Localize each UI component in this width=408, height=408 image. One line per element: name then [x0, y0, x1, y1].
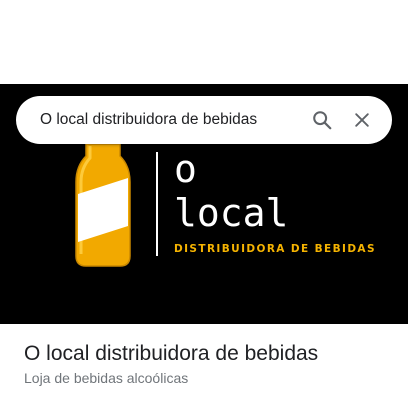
close-icon	[355, 113, 369, 127]
bottle-icon	[75, 143, 131, 267]
top-blank-area	[0, 0, 408, 84]
search-button[interactable]	[302, 100, 342, 140]
logo-word-local: local	[174, 191, 288, 235]
place-info: O local distribuidora de bebidas Loja de…	[24, 340, 392, 388]
search-input[interactable]: O local distribuidora de bebidas	[40, 111, 302, 129]
logo-word-o: o	[174, 147, 197, 191]
search-bar[interactable]: O local distribuidora de bebidas	[16, 96, 392, 144]
clear-search-button[interactable]	[342, 100, 382, 140]
logo-divider	[156, 152, 158, 256]
place-title[interactable]: O local distribuidora de bebidas	[24, 340, 392, 368]
place-category[interactable]: Loja de bebidas alcoólicas	[24, 368, 392, 388]
logo-subtitle: DISTRIBUIDORA DE BEBIDAS	[174, 243, 376, 255]
search-icon	[313, 111, 332, 130]
